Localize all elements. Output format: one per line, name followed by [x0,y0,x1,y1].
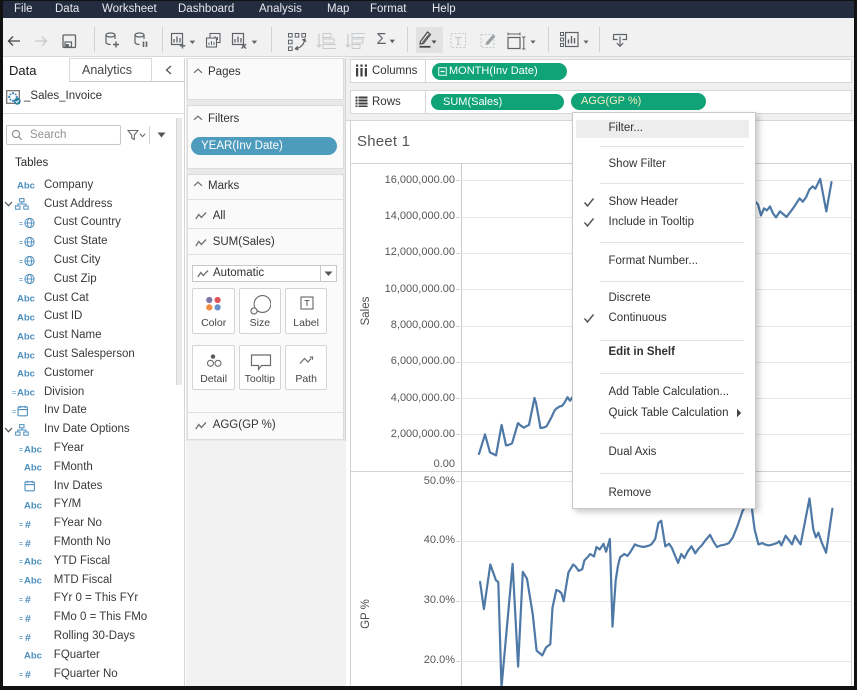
svg-text:=: = [19,522,23,529]
svg-text:#: # [25,669,31,680]
svg-text:=: = [19,635,23,642]
svg-text:=: = [19,447,23,454]
svg-text:#: # [25,613,31,624]
svg-text:Abc: Abc [24,557,42,568]
svg-text:=: = [19,541,23,548]
svg-text:Abc: Abc [24,576,42,587]
svg-text:=: = [12,409,16,416]
svg-text:#: # [25,632,31,643]
svg-text:Abc: Abc [17,294,35,305]
svg-text:#: # [25,519,31,530]
svg-text:Abc: Abc [24,500,42,511]
svg-text:=: = [19,221,23,228]
svg-text:Abc: Abc [24,444,42,455]
svg-text:Abc: Abc [17,181,35,192]
svg-text:=: = [19,597,23,604]
svg-text:Abc: Abc [24,463,42,474]
svg-text:Abc: Abc [17,312,35,323]
svg-text:=: = [19,672,23,679]
svg-text:=: = [19,277,23,284]
svg-text:Abc: Abc [17,388,35,399]
svg-text:Abc: Abc [17,331,35,342]
svg-text:#: # [25,594,31,605]
svg-text:Abc: Abc [24,651,42,662]
svg-text:=: = [19,578,23,585]
svg-text:Abc: Abc [17,369,35,380]
svg-text:#: # [25,538,31,549]
svg-text:=: = [19,259,23,266]
svg-text:=: = [19,616,23,623]
svg-text:=: = [19,240,23,247]
svg-text:=: = [12,390,16,397]
svg-text:=: = [19,559,23,566]
svg-text:Abc: Abc [17,350,35,361]
